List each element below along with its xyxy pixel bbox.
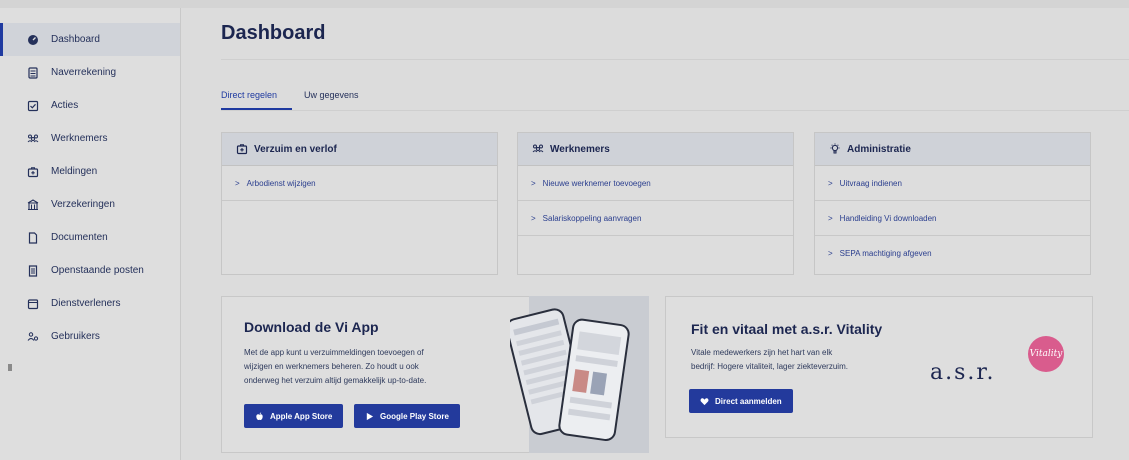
medical-case-icon: [27, 166, 39, 178]
link-nieuwe-werknemer-toevoegen[interactable]: > Nieuwe werknemer toevoegen: [518, 166, 793, 201]
card-werknemers: Werknemers > Nieuwe werknemer toevoegen …: [517, 132, 794, 275]
card-title: Verzuim en verlof: [254, 143, 337, 155]
sidebar-item-label: Documenten: [51, 232, 108, 243]
sidebar-item-openstaande-posten[interactable]: Openstaande posten: [0, 254, 180, 287]
button-label: Direct aanmelden: [715, 396, 782, 406]
link-sepa-machtiging-afgeven[interactable]: > SEPA machtiging afgeven: [815, 236, 1090, 271]
promo-title: Fit en vitaal met a.s.r. Vitality: [691, 321, 883, 337]
lightbulb-icon: [829, 143, 841, 155]
sidebar-item-label: Meldingen: [51, 166, 98, 177]
promo-text-line: Met de app kunt u verzuimmeldingen toevo…: [244, 348, 424, 357]
invoice-icon: [27, 264, 39, 277]
calculator-icon: [27, 66, 39, 79]
sidebar-item-label: Dienstverleners: [51, 298, 121, 309]
sidebar-item-gebruikers[interactable]: Gebruikers: [0, 320, 180, 353]
asr-logo: a.s.r.: [930, 360, 996, 385]
title-divider: [221, 59, 1129, 60]
card-administratie: Administratie > Uitvraag indienen > Hand…: [814, 132, 1091, 275]
chevron-right-icon: >: [235, 178, 240, 188]
link-label: Arbodienst wijzigen: [246, 178, 316, 188]
sidebar-item-label: Dashboard: [51, 34, 100, 45]
promo-text-line: Vitale medewerkers zijn het hart van elk: [691, 348, 833, 357]
button-label: Apple App Store: [270, 411, 333, 421]
sidebar-item-werknemers[interactable]: Werknemers: [0, 122, 180, 155]
card-header: Werknemers: [518, 133, 793, 166]
sidebar-item-meldingen[interactable]: Meldingen: [0, 155, 180, 188]
users-settings-icon: [27, 331, 39, 343]
sidebar-item-label: Werknemers: [51, 133, 108, 144]
card-header: Verzuim en verlof: [222, 133, 497, 166]
tab-direct-regelen[interactable]: Direct regelen: [221, 90, 277, 100]
card-header: Administratie: [815, 133, 1090, 166]
sidebar: Dashboard Naverrekening Acties Werknemer…: [0, 8, 181, 460]
direct-aanmelden-button[interactable]: Direct aanmelden: [689, 389, 793, 413]
sidebar-item-verzekeringen[interactable]: Verzekeringen: [0, 188, 180, 221]
people-group-icon: [27, 133, 39, 145]
scroll-grip[interactable]: [8, 364, 12, 371]
card-title: Administratie: [847, 143, 911, 155]
link-label: Handleiding Vi downloaden: [839, 213, 937, 223]
checkbox-icon: [27, 100, 39, 112]
chevron-right-icon: >: [531, 213, 536, 223]
sidebar-item-label: Openstaande posten: [51, 265, 144, 276]
link-label: SEPA machtiging afgeven: [839, 249, 932, 258]
chevron-right-icon: >: [828, 213, 833, 223]
heart-icon: [700, 397, 709, 406]
card-title: Werknemers: [550, 143, 610, 155]
link-arbodienst-wijzigen[interactable]: > Arbodienst wijzigen: [222, 166, 497, 201]
sidebar-item-documenten[interactable]: Documenten: [0, 221, 180, 254]
sidebar-item-label: Verzekeringen: [51, 199, 115, 210]
link-handleiding-vi-downloaden[interactable]: > Handleiding Vi downloaden: [815, 201, 1090, 236]
document-icon: [27, 231, 39, 244]
sidebar-item-label: Naverrekening: [51, 67, 117, 78]
dashboard-gauge-icon: [27, 34, 39, 46]
calendar-card-icon: [27, 298, 39, 310]
link-label: Uitvraag indienen: [839, 178, 902, 188]
link-label: Nieuwe werknemer toevoegen: [542, 178, 651, 188]
tabs-divider: [221, 110, 1129, 111]
google-play-icon: [365, 412, 374, 421]
tab-uw-gegevens[interactable]: Uw gegevens: [304, 90, 359, 100]
apple-app-store-button[interactable]: Apple App Store: [244, 404, 344, 428]
sidebar-item-dashboard[interactable]: Dashboard: [0, 23, 180, 56]
chevron-right-icon: >: [828, 178, 833, 188]
promo-text-line: bedrijf: Hogere vitaliteit, lager ziekte…: [691, 362, 848, 371]
google-play-store-button[interactable]: Google Play Store: [354, 404, 460, 428]
vitality-badge: Vitality: [1028, 336, 1064, 372]
sidebar-item-acties[interactable]: Acties: [0, 89, 180, 122]
vitality-promo: Fit en vitaal met a.s.r. Vitality Vitale…: [665, 296, 1093, 438]
promo-text-line: onderweg het verzuim altijd gemakkelijk …: [244, 376, 427, 385]
link-uitvraag-indienen[interactable]: > Uitvraag indienen: [815, 166, 1090, 201]
sidebar-item-label: Gebruikers: [51, 331, 100, 342]
button-label: Google Play Store: [380, 411, 449, 421]
top-band: [0, 0, 1129, 8]
medical-case-icon: [236, 143, 248, 155]
promo-text: Met de app kunt u verzuimmeldingen toevo…: [244, 346, 426, 388]
promo-text-line: wijzigen en werknemers beheren. Zo houdt…: [244, 362, 419, 371]
sidebar-item-naverrekening[interactable]: Naverrekening: [0, 56, 180, 89]
sidebar-item-dienstverleners[interactable]: Dienstverleners: [0, 287, 180, 320]
promo-title: Download de Vi App: [244, 319, 379, 335]
building-icon: [27, 198, 39, 211]
vi-app-phones-illustration: [510, 308, 630, 442]
link-label: Salariskoppeling aanvragen: [542, 213, 642, 223]
card-verzuim-en-verlof: Verzuim en verlof > Arbodienst wijzigen: [221, 132, 498, 275]
people-group-icon: [532, 143, 544, 155]
chevron-right-icon: >: [531, 178, 536, 188]
apple-icon: [255, 412, 264, 421]
sidebar-item-label: Acties: [51, 100, 79, 111]
page-title: Dashboard: [221, 22, 326, 44]
link-salariskoppeling-aanvragen[interactable]: > Salariskoppeling aanvragen: [518, 201, 793, 236]
promo-text: Vitale medewerkers zijn het hart van elk…: [691, 346, 848, 374]
chevron-right-icon: >: [828, 249, 833, 258]
